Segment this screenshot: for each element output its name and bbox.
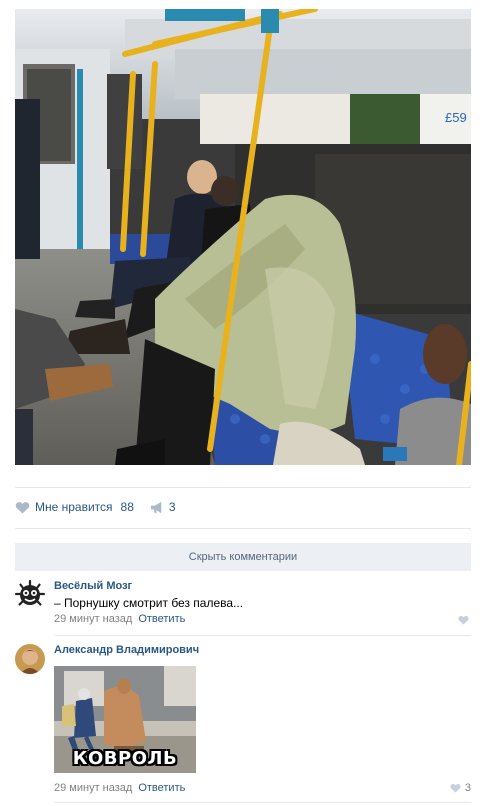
comment-text: – Порнушку смотрит без палева... xyxy=(54,596,244,610)
comment-time[interactable]: 29 минут назад xyxy=(54,782,132,794)
comment-like-count: 3 xyxy=(464,782,471,794)
user-photo-avatar xyxy=(15,644,45,674)
divider xyxy=(15,487,471,488)
comment-time[interactable]: 29 минут назад xyxy=(54,613,132,625)
brain-avatar-icon xyxy=(15,580,45,610)
comment-body: Александр Владимирович xyxy=(54,644,471,656)
post-photo[interactable]: £59 xyxy=(15,9,471,465)
meme-caption: КОВРОЛЬ xyxy=(72,748,178,769)
svg-text:£59: £59 xyxy=(445,110,467,125)
comment-item: Александр Владимирович КОВРОЛЬ 29 минут … xyxy=(15,644,471,799)
comment-meta: 29 минут назад Ответить xyxy=(54,782,185,794)
avatar[interactable] xyxy=(15,644,45,674)
reply-button[interactable]: Ответить xyxy=(138,613,185,625)
comment-item: Весёлый Мозг – Порнушку смотрит без пале… xyxy=(15,580,471,630)
hide-comments-button[interactable]: Скрыть комментарии xyxy=(15,543,471,571)
heart-icon xyxy=(450,784,461,793)
divider xyxy=(54,802,471,803)
comment-body: Весёлый Мозг – Порнушку смотрит без пале… xyxy=(54,580,471,625)
subway-scene-image: £59 xyxy=(15,9,471,465)
heart-icon[interactable] xyxy=(458,615,469,625)
divider xyxy=(15,528,471,529)
post-actions: Мне нравится 88 3 xyxy=(15,497,176,517)
divider xyxy=(54,635,471,636)
comment-author[interactable]: Александр Владимирович xyxy=(54,644,471,656)
megaphone-share-icon[interactable] xyxy=(150,501,165,514)
like-button-label[interactable]: Мне нравится xyxy=(35,500,113,514)
reply-button[interactable]: Ответить xyxy=(138,782,185,794)
like-count[interactable]: 88 xyxy=(121,500,134,514)
comment-image[interactable]: КОВРОЛЬ xyxy=(54,666,196,773)
comment-meta: 29 минут назад Ответить xyxy=(54,613,471,625)
comment-like-button[interactable]: 3 xyxy=(450,782,471,794)
heart-icon[interactable] xyxy=(15,501,30,514)
avatar[interactable] xyxy=(15,580,45,610)
share-count[interactable]: 3 xyxy=(169,500,176,514)
comment-author[interactable]: Весёлый Мозг xyxy=(54,580,471,592)
